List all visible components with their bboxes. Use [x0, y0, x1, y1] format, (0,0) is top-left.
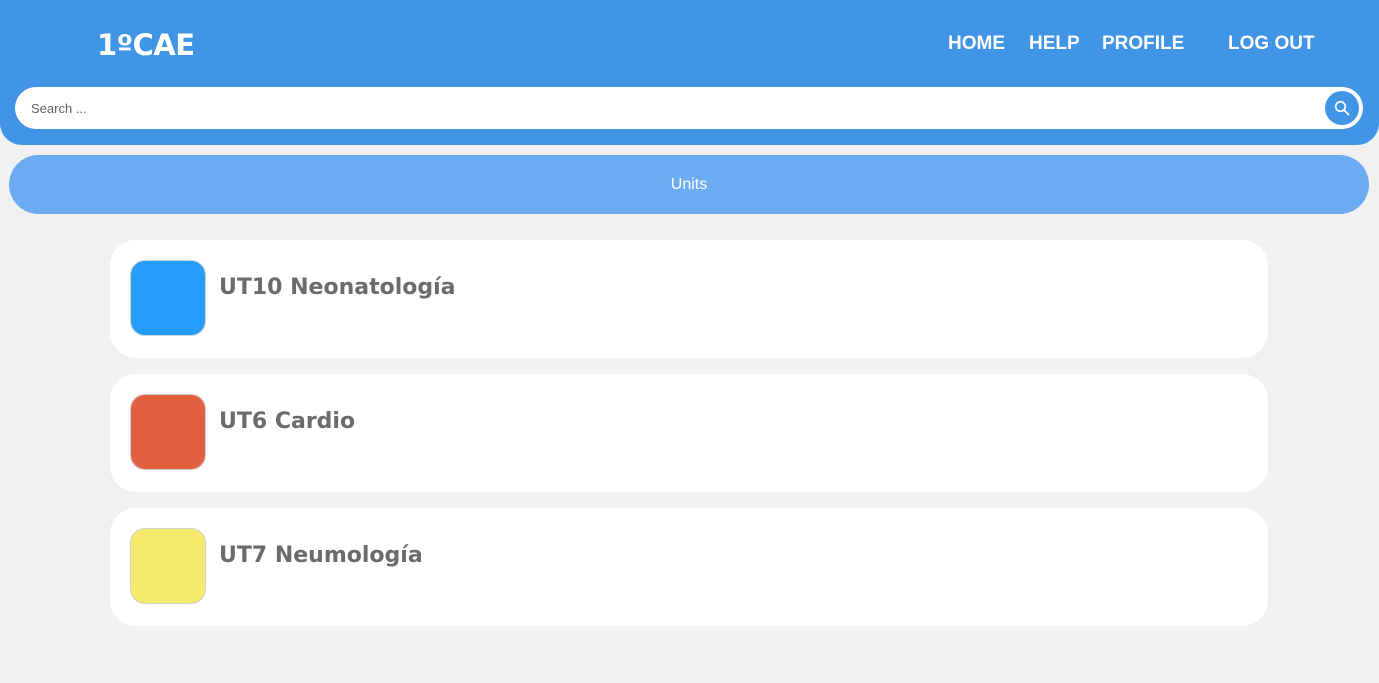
unit-title: UT7 Neumología	[219, 543, 423, 568]
search-bar	[15, 87, 1363, 129]
unit-card[interactable]: UT6 Cardio	[110, 374, 1268, 492]
search-icon	[1334, 100, 1350, 116]
unit-title: UT6 Cardio	[219, 409, 356, 434]
nav-home-link[interactable]: HOME	[948, 33, 1005, 55]
unit-color-swatch	[130, 528, 206, 604]
search-button[interactable]	[1325, 91, 1359, 125]
search-input[interactable]	[31, 87, 1321, 129]
nav-logout-link[interactable]: LOG OUT	[1228, 33, 1315, 55]
unit-color-swatch	[130, 394, 206, 470]
unit-title: UT10 Neonatología	[219, 275, 456, 300]
unit-color-swatch	[130, 260, 206, 336]
unit-card[interactable]: UT10 Neonatología	[110, 240, 1268, 358]
top-header: 1ºCAE HOME HELP PROFILE LOG OUT	[0, 0, 1379, 145]
unit-card[interactable]: UT7 Neumología	[110, 508, 1268, 626]
nav-profile-link[interactable]: PROFILE	[1102, 33, 1184, 55]
nav-help-link[interactable]: HELP	[1029, 33, 1080, 55]
site-brand[interactable]: 1ºCAE	[97, 26, 195, 64]
units-section-header: Units	[9, 155, 1369, 214]
